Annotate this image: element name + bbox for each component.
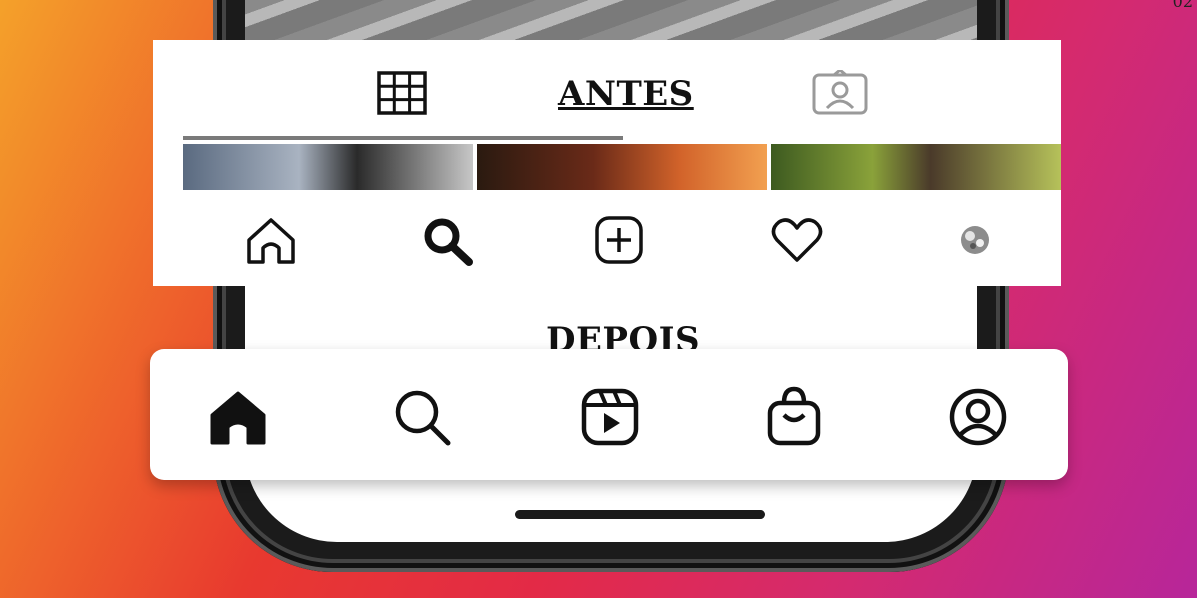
photo-grid xyxy=(183,144,1061,190)
new-post-icon[interactable] xyxy=(589,212,649,268)
old-nav-bar xyxy=(153,190,1061,286)
antes-panel: ANTES xyxy=(153,40,1061,286)
background-photo xyxy=(245,0,977,45)
search-icon[interactable] xyxy=(390,385,454,449)
profile-icon[interactable] xyxy=(946,385,1010,449)
home-icon[interactable] xyxy=(241,212,301,268)
heart-icon[interactable] xyxy=(767,212,827,268)
avatar[interactable] xyxy=(945,212,1005,268)
grid-icon[interactable] xyxy=(376,70,428,116)
thumbnail[interactable] xyxy=(771,144,1061,190)
tagged-icon[interactable] xyxy=(811,70,869,116)
new-nav-bar xyxy=(150,349,1068,480)
shop-icon[interactable] xyxy=(762,385,826,449)
page-number: 02 xyxy=(1172,0,1193,11)
tab-underline xyxy=(183,136,623,140)
thumbnail[interactable] xyxy=(477,144,767,190)
reels-icon[interactable] xyxy=(578,385,642,449)
home-icon[interactable] xyxy=(206,385,270,449)
thumbnail[interactable] xyxy=(183,144,473,190)
search-icon[interactable] xyxy=(417,212,477,268)
home-indicator[interactable] xyxy=(515,510,765,519)
antes-label: ANTES xyxy=(558,74,694,114)
